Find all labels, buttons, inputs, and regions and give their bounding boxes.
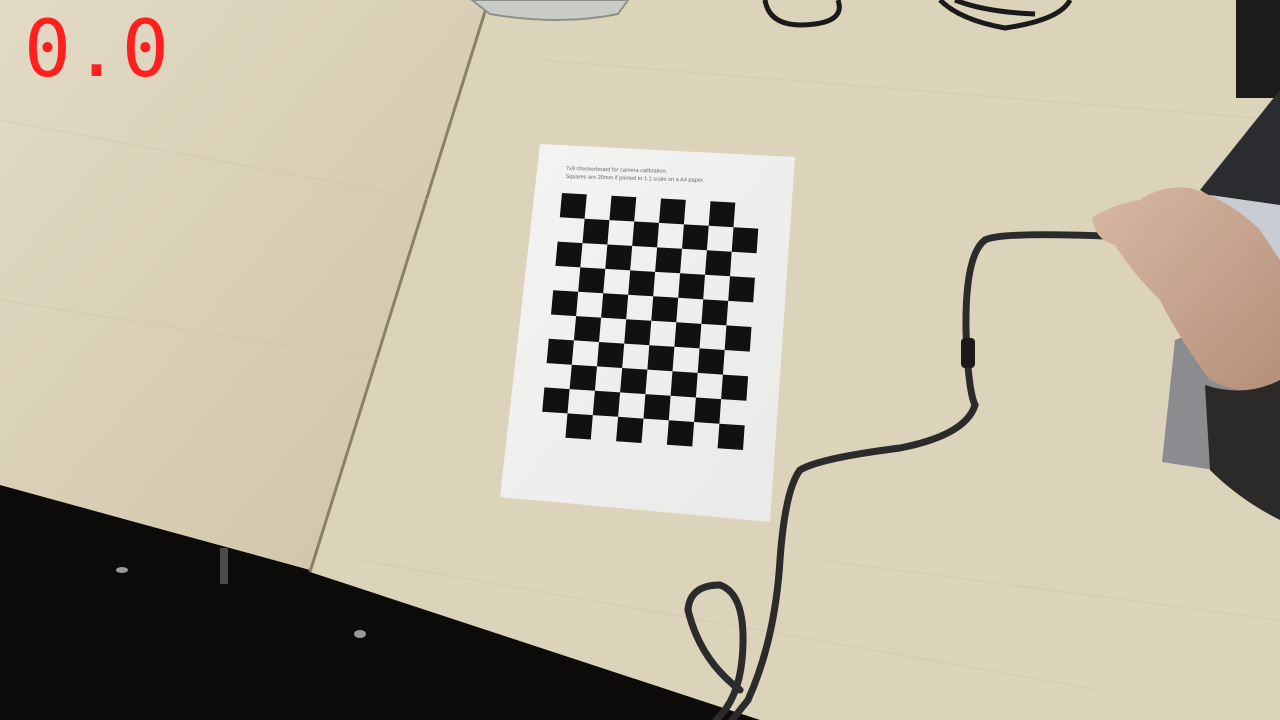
checker-square	[659, 198, 686, 225]
desk-photo	[0, 0, 1280, 720]
checker-square	[592, 390, 621, 417]
checker-square	[666, 420, 695, 447]
checker-square	[701, 299, 729, 326]
checker-square	[721, 374, 749, 401]
checker-square	[643, 394, 671, 421]
checker-square	[708, 201, 736, 228]
checker-square	[655, 247, 682, 274]
checker-square	[555, 241, 583, 268]
checker-square	[609, 195, 637, 222]
checker-square	[565, 413, 593, 440]
checker-square	[674, 322, 702, 349]
checker-square	[678, 273, 705, 300]
cable-ferrite	[961, 338, 975, 368]
dark-device-right	[1236, 0, 1280, 98]
checker-square	[628, 270, 656, 297]
checker-square	[694, 397, 722, 424]
checker-square	[728, 276, 755, 303]
checker-square	[697, 348, 725, 375]
checker-square	[582, 218, 610, 245]
checker-square	[601, 293, 629, 320]
checker-square	[682, 224, 709, 251]
checker-square	[624, 319, 652, 346]
checker-square	[632, 221, 659, 248]
checker-square	[616, 416, 644, 443]
checker-square	[620, 368, 648, 395]
checker-square	[542, 387, 570, 414]
checker-square	[597, 342, 625, 368]
checker-square	[546, 338, 574, 365]
checker-square	[717, 423, 745, 450]
checker-square	[578, 267, 606, 294]
overlay-value-label: 0.0	[24, 5, 171, 95]
checker-square	[651, 296, 679, 323]
checker-square	[551, 290, 579, 317]
checker-square	[705, 250, 732, 277]
checker-square	[605, 244, 633, 271]
checker-square	[569, 364, 597, 391]
checker-square	[731, 227, 759, 254]
checker-square	[559, 193, 587, 219]
checker-square	[670, 371, 698, 398]
checker-square	[647, 345, 675, 372]
checker-square	[724, 325, 752, 352]
checker-square	[573, 316, 602, 342]
